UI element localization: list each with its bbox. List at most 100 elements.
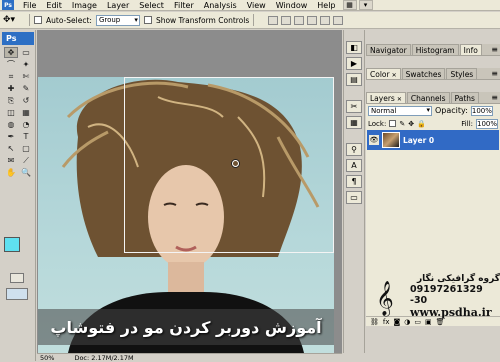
document-canvas[interactable]: آموزش دوربر کردن مو در فتوشاپ	[38, 77, 334, 353]
brush-tool-icon[interactable]: ✎	[19, 83, 33, 94]
panel-menu-icon[interactable]: ≡	[491, 93, 498, 102]
shape-tool-icon[interactable]: ▢	[19, 143, 33, 154]
show-transform-checkbox[interactable]	[143, 16, 152, 24]
clone-source-icon[interactable]: ⚲	[346, 143, 362, 156]
panel-menu-icon[interactable]: ≡	[491, 45, 498, 54]
menu-filter[interactable]: Filter	[169, 0, 199, 11]
align-vcenter-icon[interactable]	[281, 15, 292, 25]
caption-text: آموزش دوربر کردن مو در فتوشاپ	[50, 317, 322, 337]
tab-paths[interactable]: Paths	[450, 92, 479, 103]
align-bottom-icon[interactable]	[294, 15, 305, 25]
tab-channels[interactable]: Channels	[406, 92, 450, 103]
tab-navigator[interactable]: Navigator	[366, 44, 411, 55]
notes-tool-icon[interactable]: ✉	[4, 155, 18, 166]
blur-tool-icon[interactable]: ◍	[4, 119, 18, 130]
tab-styles[interactable]: Styles	[446, 68, 478, 79]
type-tool-icon[interactable]: T	[19, 131, 33, 142]
watermark-phone: 09197261329 -30	[410, 284, 483, 306]
tool-presets-icon[interactable]: ✂	[346, 100, 362, 113]
menu-layer[interactable]: Layer	[102, 0, 134, 11]
navigator-panel-tabs: Navigator Histogram Info ≡	[366, 44, 500, 56]
history-icon[interactable]: ◧	[346, 41, 362, 54]
lock-move-icon[interactable]: ✥	[408, 120, 414, 128]
layer-row[interactable]: 👁 Layer 0	[367, 130, 499, 150]
menu-image[interactable]: Image	[67, 0, 102, 11]
brushes-icon[interactable]: ▦	[346, 116, 362, 129]
visibility-eye-icon[interactable]: 👁	[369, 135, 379, 145]
show-transform-label: Show Transform Controls	[155, 15, 250, 25]
menu-edit[interactable]: Edit	[41, 0, 67, 11]
workspace-button[interactable]: ▾	[358, 0, 373, 10]
gradient-tool-icon[interactable]: ▦	[19, 107, 33, 118]
color-swatches	[4, 237, 32, 263]
menu-help[interactable]: Help	[312, 0, 340, 11]
pen-tool-icon[interactable]: ✒	[4, 131, 18, 142]
history-brush-tool-icon[interactable]: ↺	[19, 95, 33, 106]
fill-field[interactable]: 100%	[476, 118, 498, 129]
move-tool-icon[interactable]: ✥	[4, 47, 18, 58]
panel-dock-strip: ◧ ▶ ▤ ✂ ▦ ⚲ A ¶ ▭	[343, 30, 365, 353]
auto-select-checkbox[interactable]	[34, 16, 42, 24]
lock-transparent-icon[interactable]	[389, 120, 397, 127]
notes-icon[interactable]: ▭	[346, 191, 362, 204]
stamp-tool-icon[interactable]: ⎘	[4, 95, 18, 106]
tab-color[interactable]: Color ✕	[366, 68, 401, 79]
menu-file[interactable]: File	[18, 0, 41, 11]
doc-info[interactable]: Doc: 2.17M/2.17M	[74, 354, 133, 362]
character-icon[interactable]: A	[346, 159, 362, 172]
auto-select-dropdown[interactable]: Group	[95, 14, 140, 26]
magic-wand-tool-icon[interactable]: ✦	[19, 59, 33, 70]
crop-tool-icon[interactable]: ⌗	[4, 71, 18, 82]
eraser-tool-icon[interactable]: ◫	[4, 107, 18, 118]
panel-menu-icon[interactable]: ≡	[491, 69, 498, 78]
tab-layers[interactable]: Layers ✕	[366, 92, 406, 103]
align-buttons	[268, 15, 344, 25]
lasso-tool-icon[interactable]: ⌒	[4, 59, 18, 70]
divider	[253, 14, 255, 26]
screen-mode-icon[interactable]	[6, 288, 28, 300]
tab-swatches[interactable]: Swatches	[401, 68, 446, 79]
menu-select[interactable]: Select	[134, 0, 169, 11]
menu-window[interactable]: Window	[271, 0, 313, 11]
app-icon[interactable]: Ps	[2, 0, 14, 10]
fill-label: Fill:	[461, 119, 473, 128]
actions-icon[interactable]: ▶	[346, 57, 362, 70]
dodge-tool-icon[interactable]: ◔	[19, 119, 33, 130]
layer-name[interactable]: Layer 0	[403, 136, 434, 145]
opacity-label: Opacity:	[435, 106, 468, 115]
cursor-icon	[232, 160, 239, 167]
lock-label: Lock:	[368, 119, 387, 128]
zoom-tool-icon[interactable]: 🔍	[19, 167, 33, 178]
align-left-icon[interactable]	[307, 15, 318, 25]
foreground-color-swatch[interactable]	[4, 237, 20, 252]
menu-analysis[interactable]: Analysis	[199, 0, 242, 11]
selection-rectangle	[124, 77, 334, 253]
marquee-tool-icon[interactable]: ▭	[19, 47, 33, 58]
color-panel-tabs: Color ✕ Swatches Styles ≡	[366, 68, 500, 80]
bridge-button[interactable]: ▦	[342, 0, 357, 10]
neck-shape	[168, 262, 204, 297]
slice-tool-icon[interactable]: ✄	[19, 71, 33, 82]
align-hcenter-icon[interactable]	[320, 15, 331, 25]
hand-tool-icon[interactable]: ✋	[4, 167, 18, 178]
align-right-icon[interactable]	[333, 15, 344, 25]
paragraph-icon[interactable]: ¶	[346, 175, 362, 188]
zoom-level[interactable]: 50%	[40, 354, 54, 362]
close-icon: ✕	[391, 72, 397, 79]
watermark-logo-icon: 𝄞	[376, 281, 394, 316]
tab-info[interactable]: Info	[459, 44, 482, 55]
quick-mask-icon[interactable]	[10, 273, 24, 283]
lock-all-icon[interactable]: 🔒	[417, 120, 426, 128]
tab-histogram[interactable]: Histogram	[411, 44, 459, 55]
move-tool-preset-icon[interactable]: ✥▾	[3, 14, 25, 27]
eyedropper-tool-icon[interactable]: ⟋	[19, 155, 33, 166]
menu-view[interactable]: View	[242, 0, 271, 11]
opacity-field[interactable]: 100%	[470, 105, 493, 116]
align-top-icon[interactable]	[268, 15, 279, 25]
layer-comps-icon[interactable]: ▤	[346, 73, 362, 86]
blend-mode-dropdown[interactable]: Normal	[368, 105, 432, 116]
path-select-tool-icon[interactable]: ↖	[4, 143, 18, 154]
healing-tool-icon[interactable]: ✚	[4, 83, 18, 94]
photoshop-logo: Ps	[2, 32, 34, 45]
lock-paint-icon[interactable]: ✎	[399, 120, 405, 128]
